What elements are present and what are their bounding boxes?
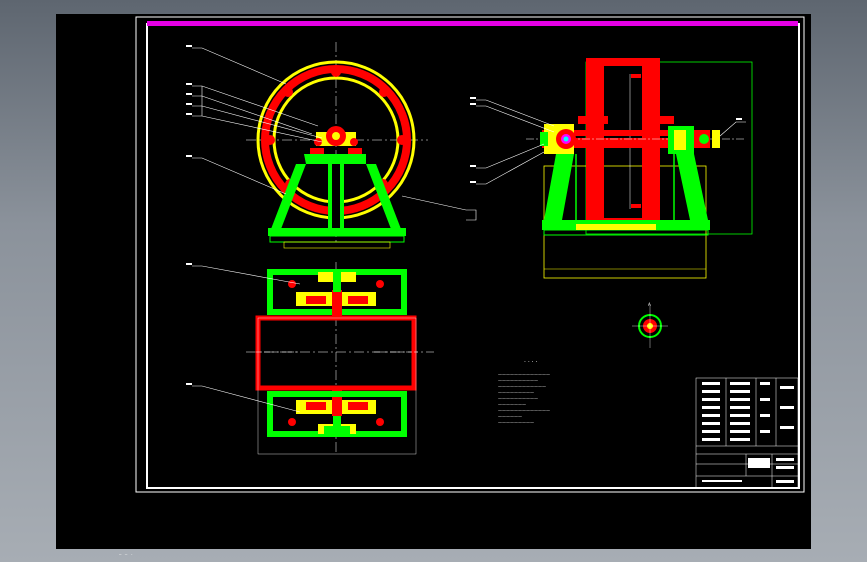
top-view[interactable] xyxy=(246,262,434,455)
note-line: ————————————— xyxy=(498,408,550,413)
front-view-ring-gear[interactable] xyxy=(246,42,428,249)
note-line: —————— xyxy=(498,414,522,419)
note-line: —————————— xyxy=(498,378,538,383)
status-text: — — · xyxy=(119,552,134,557)
title-block-fill xyxy=(702,382,794,483)
cad-drawing[interactable]: A · · · · ————————————— —————————— —————… xyxy=(56,14,811,549)
note-line: ————————— xyxy=(498,390,534,395)
note-line: ———————————— xyxy=(498,384,546,389)
side-view[interactable] xyxy=(526,58,753,279)
front-pinion xyxy=(310,126,362,154)
note-line: —————————— xyxy=(498,396,538,401)
technical-notes: · · · · ————————————— —————————— ———————… xyxy=(498,359,550,425)
detail-view-circle[interactable]: A xyxy=(632,302,668,348)
note-line: ————————— xyxy=(498,420,534,425)
note-line: ————————————— xyxy=(498,372,550,377)
svg-text:A: A xyxy=(648,302,651,307)
sheet-frame xyxy=(135,16,805,493)
notes-title: · · · · xyxy=(524,359,537,366)
cad-viewport[interactable]: A · · · · ————————————— —————————— —————… xyxy=(56,14,811,557)
front-base xyxy=(268,154,406,249)
note-line: ——————— xyxy=(498,402,526,407)
